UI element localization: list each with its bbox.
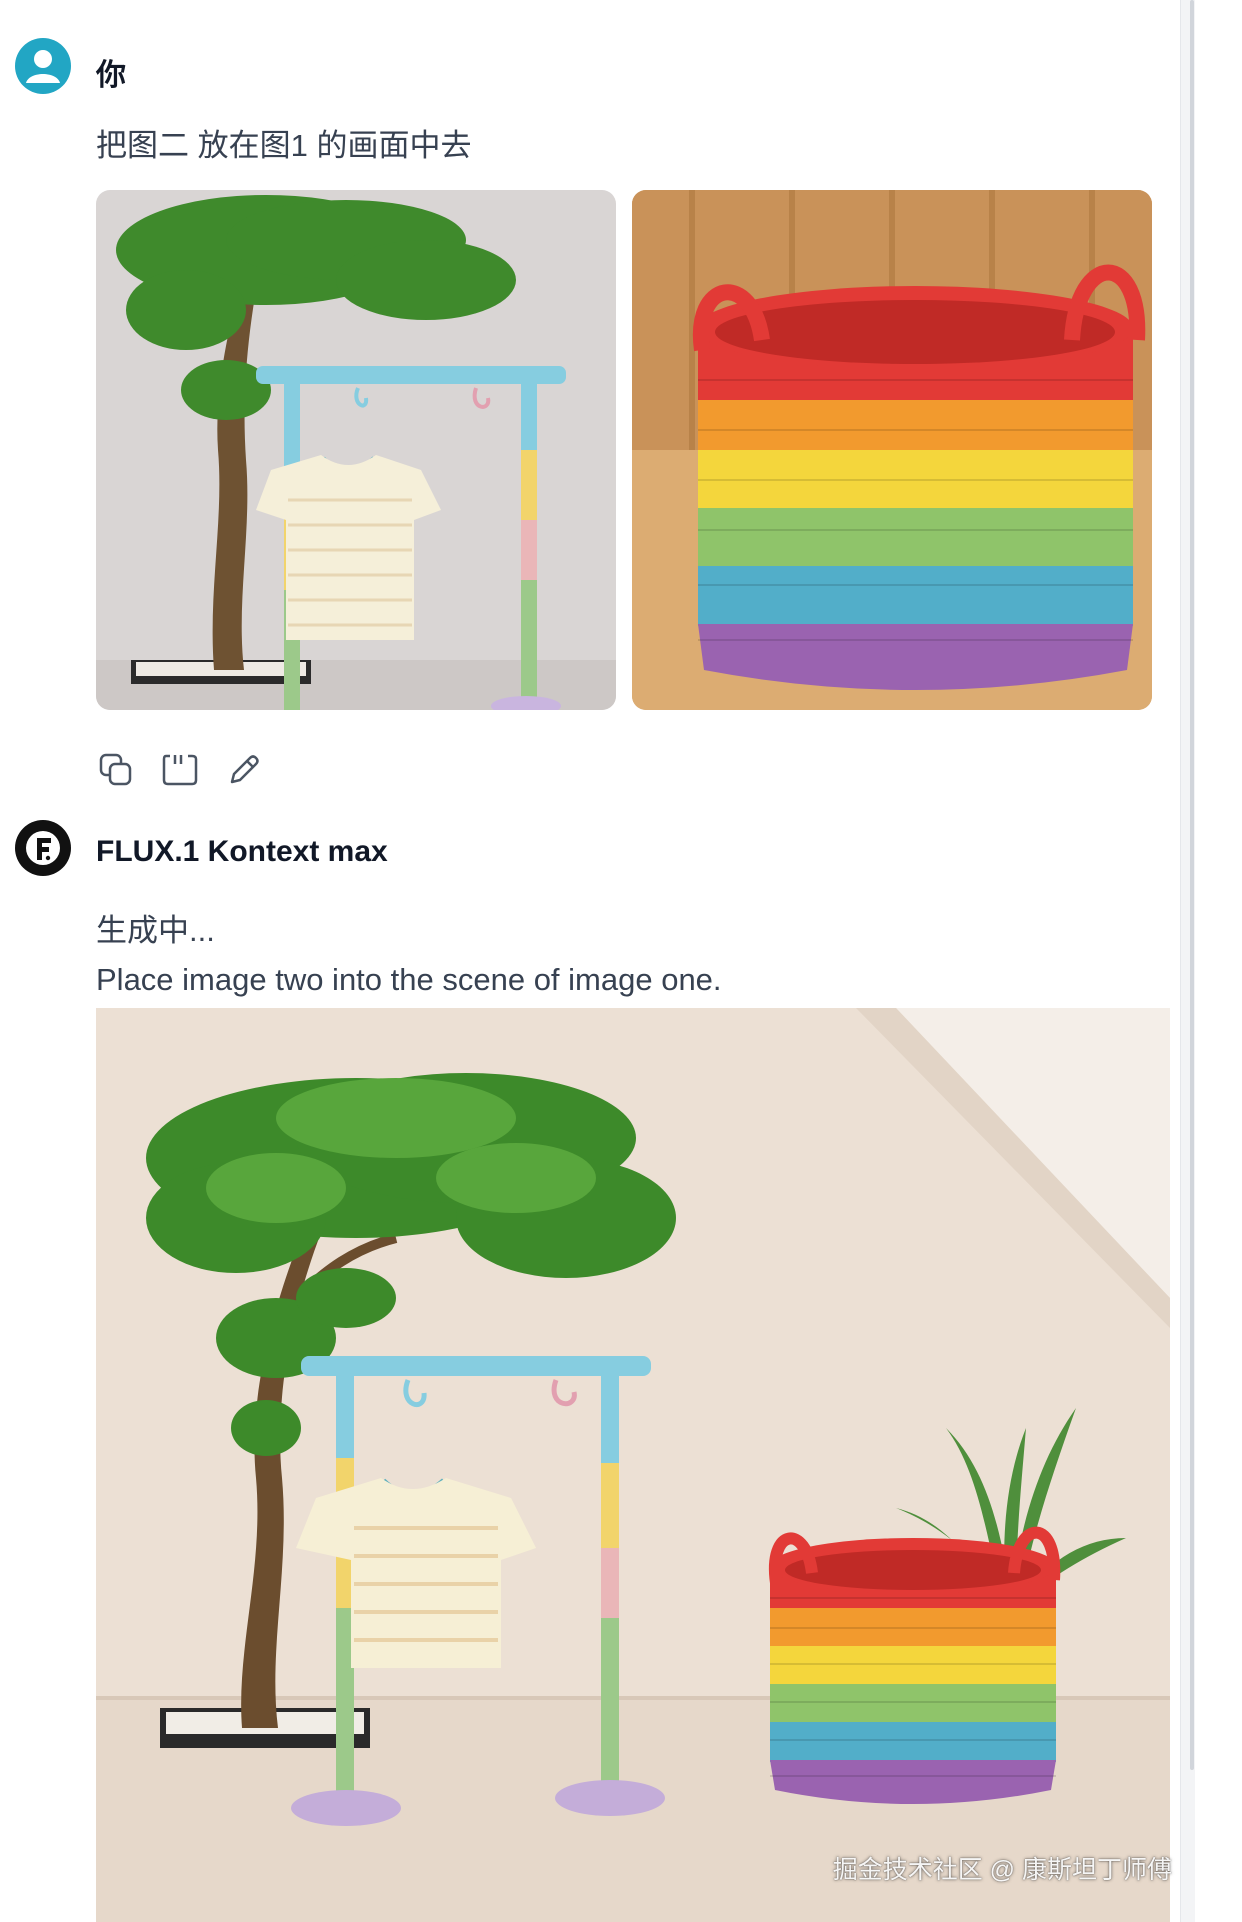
user-message-text: 把图二 放在图1 的画面中去 <box>96 128 472 163</box>
generation-prompt: Place image two into the scene of image … <box>96 962 722 997</box>
edit-icon[interactable] <box>224 750 264 790</box>
copy-icon[interactable] <box>96 750 136 790</box>
generation-status: 生成中... <box>96 913 215 948</box>
user-icon <box>26 50 60 83</box>
watermark: 掘金技术社区 @ 康斯坦丁师傅 <box>832 1856 1172 1884</box>
user-avatar <box>15 38 71 94</box>
assistant-avatar <box>15 820 71 876</box>
attachment-image-1[interactable] <box>96 190 616 710</box>
attachment-image-2[interactable] <box>632 190 1152 710</box>
flux-logo-icon <box>26 831 60 865</box>
user-sender-name: 你 <box>96 59 126 92</box>
assistant-sender-name: FLUX.1 Kontext max <box>96 835 388 868</box>
generated-result-image[interactable] <box>96 1008 1170 1922</box>
scrollbar-thumb[interactable] <box>1190 0 1194 1770</box>
quote-icon[interactable] <box>160 750 200 790</box>
